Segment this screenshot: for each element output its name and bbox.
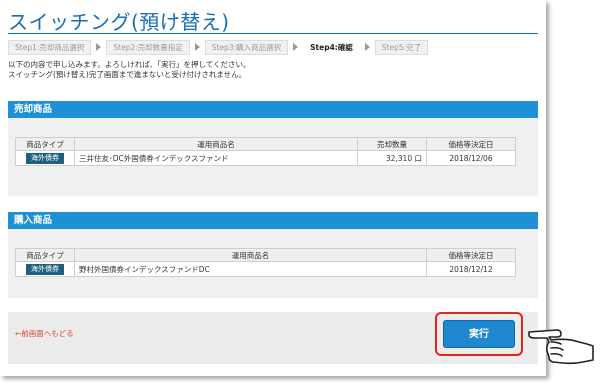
step-3: Step3:購入商品選択 (204, 39, 289, 55)
fund-name-cell: 野村外国債券インデックスファンドDC (74, 261, 427, 277)
step-1: Step1:売却商品選択 (8, 39, 92, 55)
asset-type-badge: 海外債券 (26, 152, 64, 164)
buy-table: 商品タイプ 運用商品名 価格等決定日 海外債券 野村外国債券インデックスファンド… (15, 248, 516, 277)
col-price-date: 価格等決定日 (426, 248, 516, 262)
fund-name-cell: 三井住友･DC外国債券インデックスファンド (74, 150, 358, 166)
sell-section-header: 売却商品 (8, 101, 538, 118)
execute-button[interactable]: 実行 (443, 320, 515, 348)
type-cell: 海外債券 (15, 261, 75, 277)
type-cell: 海外債券 (15, 150, 75, 166)
step-arrow-icon (96, 43, 102, 51)
price-date-cell: 2018/12/12 (426, 261, 516, 277)
page-title: スイッチング(預け替え) (8, 10, 230, 34)
col-type: 商品タイプ (15, 137, 75, 151)
buy-section-header: 購入商品 (8, 212, 538, 229)
step-arrow-icon (293, 43, 299, 51)
table-row: 海外債券 野村外国債券インデックスファンドDC 2018/12/12 (15, 261, 516, 277)
asset-type-badge: 海外債券 (26, 263, 64, 275)
table-header-row: 商品タイプ 運用商品名 売却数量 価格等決定日 (15, 137, 516, 151)
step-arrow-icon (364, 43, 370, 51)
price-date-cell: 2018/12/06 (426, 150, 516, 166)
col-sell-qty: 売却数量 (357, 137, 427, 151)
step-indicator: Step1:売却商品選択 Step2:売却数量指定 Step3:購入商品選択 S… (8, 39, 430, 55)
col-price-date: 価格等決定日 (426, 137, 516, 151)
back-link[interactable]: ←前画面へもどる (15, 328, 74, 339)
instructions: 以下の内容で申し込みます。よろしければ、「実行」を押してください。 スイッチング… (8, 60, 251, 80)
table-header-row: 商品タイプ 運用商品名 価格等決定日 (15, 248, 516, 262)
col-type: 商品タイプ (15, 248, 75, 262)
step-5: Step5:完了 (374, 39, 429, 55)
col-fund-name: 運用商品名 (74, 248, 427, 262)
step-2: Step2:売却数量指定 (106, 39, 190, 55)
instruction-line-2: スイッチング(預け替え)完了画面まで進まないと受け付けされません。 (8, 70, 247, 79)
sell-qty-cell: 32,310 口 (357, 150, 427, 166)
col-fund-name: 運用商品名 (74, 137, 358, 151)
step-arrow-icon (194, 43, 200, 51)
sell-table: 商品タイプ 運用商品名 売却数量 価格等決定日 海外債券 三井住友･DC外国債券… (15, 137, 516, 166)
title-divider (8, 33, 538, 34)
pointing-hand-icon (528, 329, 594, 365)
instruction-line-1: 以下の内容で申し込みます。よろしければ、「実行」を押してください。 (8, 60, 251, 69)
step-4-current: Step4:確認 (303, 39, 360, 55)
table-row: 海外債券 三井住友･DC外国債券インデックスファンド 32,310 口 2018… (15, 150, 516, 166)
